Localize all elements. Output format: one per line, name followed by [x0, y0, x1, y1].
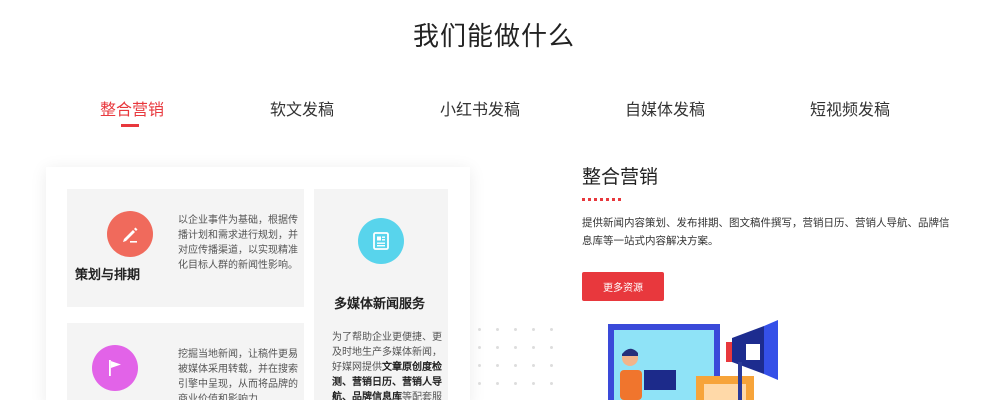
feature-card-planning[interactable]: 策划与排期 以企业事件为基础，根据传播计划和需求进行规划，并对应传播渠道，以实现…: [67, 189, 304, 307]
section-title: 我们能做什么: [412, 22, 575, 52]
title-accent-dots: [582, 198, 632, 202]
features-panel: 策划与排期 以企业事件为基础，根据传播计划和需求进行规划，并对应传播渠道，以实现…: [46, 167, 470, 400]
document-icon: [358, 218, 404, 264]
flag-icon: [92, 345, 138, 391]
active-tab-underline: [121, 124, 139, 127]
feature-desc: 挖掘当地新闻，让稿件更易被媒体采用转载，并在搜索引擎中呈现，从而将品牌的商业价值…: [178, 349, 298, 400]
tab-integrated-marketing[interactable]: 整合营销: [100, 96, 164, 120]
pen-icon: [107, 211, 153, 257]
feature-desc: 以企业事件为基础，根据传播计划和需求进行规划，并对应传播渠道，以实现精准化目标人…: [178, 215, 298, 271]
detail-title: 整合营销: [582, 166, 659, 188]
tab-xiaohongshu[interactable]: 小红书发稿: [440, 96, 520, 120]
feature-card-multimedia[interactable]: 多媒体新闻服务 为了帮助企业更便捷、更及时地生产多媒体新闻，好媒网提供文章原创度…: [314, 189, 448, 400]
feature-title: 多媒体新闻服务: [334, 297, 426, 312]
feature-title: 策划与排期: [75, 268, 141, 283]
feature-card-local-news[interactable]: 挖掘当地新闻，让稿件更易被媒体采用转载，并在搜索引擎中呈现，从而将品牌的商业价值…: [67, 323, 304, 400]
feature-desc: 为了帮助企业更便捷、更及时地生产多媒体新闻，好媒网提供文章原创度检测、营销日历、…: [332, 332, 442, 400]
service-tabs: 整合营销 软文发稿 小红书发稿 自媒体发稿 短视频发稿: [0, 96, 988, 136]
tab-self-media[interactable]: 自媒体发稿: [625, 96, 705, 120]
more-resources-button[interactable]: 更多资源: [582, 272, 664, 301]
decorative-dots: [476, 326, 572, 400]
tab-short-video[interactable]: 短视频发稿: [810, 96, 890, 120]
tab-soft-article[interactable]: 软文发稿: [270, 96, 334, 120]
marketing-illustration: [608, 320, 778, 400]
detail-description: 提供新闻内容策划、发布排期、图文稿件撰写，营销日历、营销人导航、品牌信息库等一站…: [582, 217, 950, 247]
